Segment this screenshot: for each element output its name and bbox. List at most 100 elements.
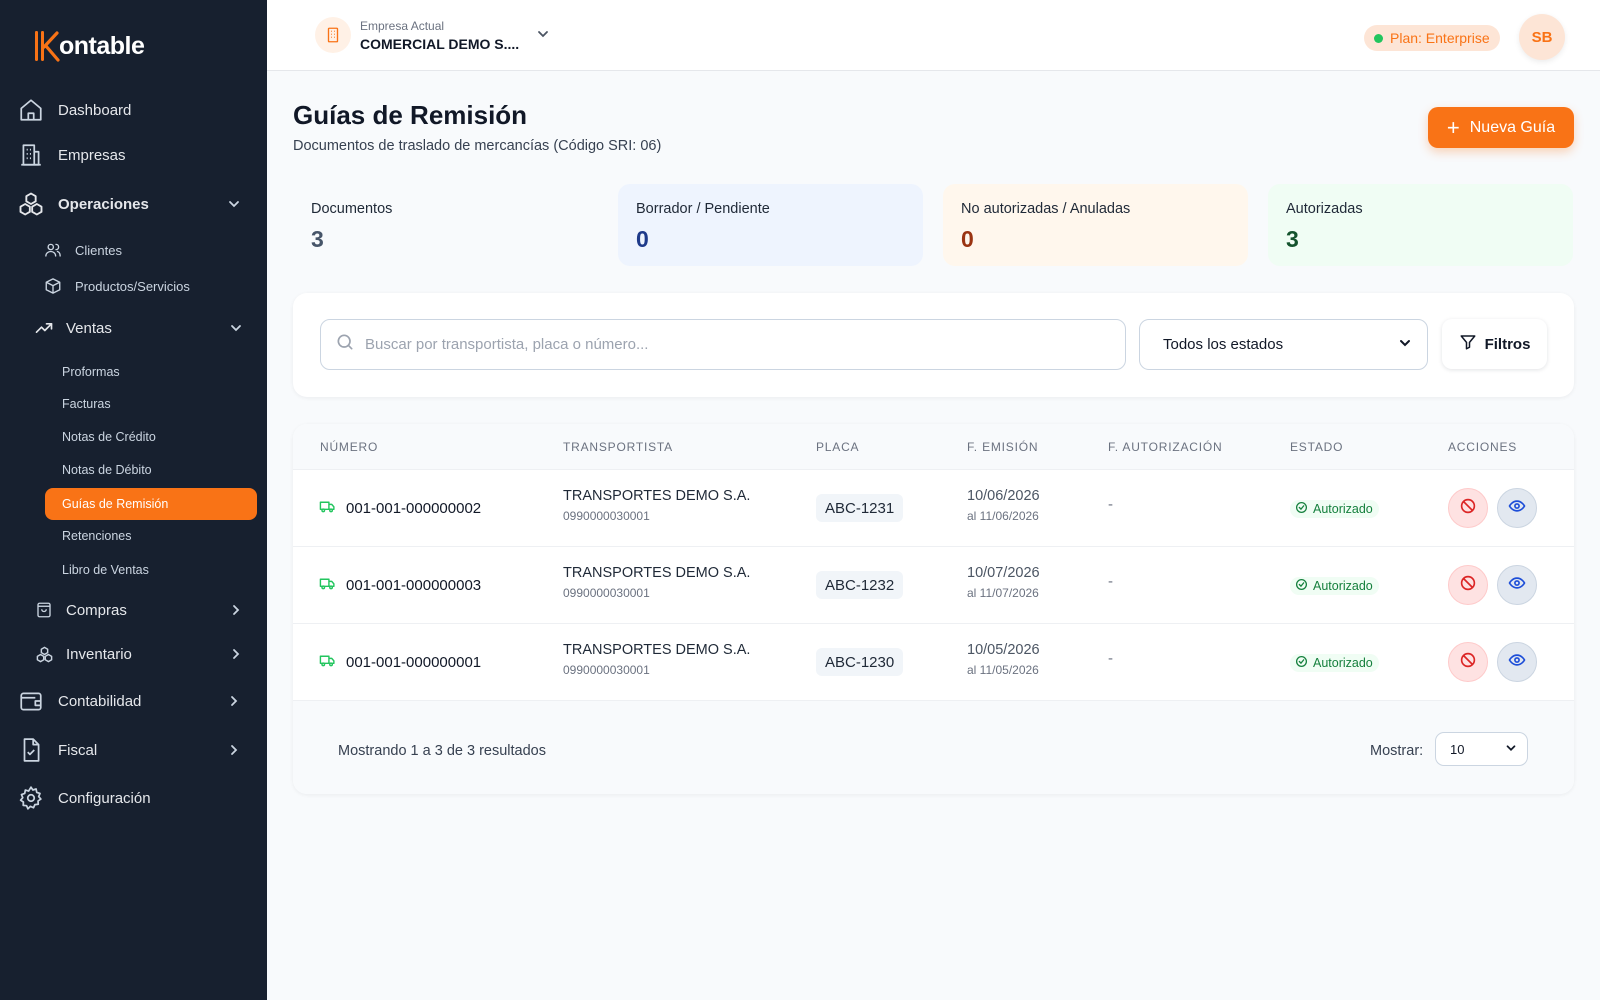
page-subtitle: Documentos de traslado de mercancías (Có… xyxy=(293,138,662,154)
building-icon xyxy=(16,140,46,170)
truck-icon xyxy=(319,498,346,519)
transportista-name: TRANSPORTES DEMO S.A. xyxy=(563,565,751,581)
cancel-button[interactable] xyxy=(1448,565,1488,605)
filters-button[interactable]: Filtros xyxy=(1442,319,1547,369)
status-badge: Autorizado xyxy=(1290,577,1379,595)
sidebar-item-label: Dashboard xyxy=(58,101,132,119)
sidebar-item-libro-ventas[interactable]: Libro de Ventas xyxy=(45,554,257,586)
column-header: NÚMERO xyxy=(320,440,379,454)
app-logo[interactable]: ontable xyxy=(34,28,145,64)
sidebar-item-inventario[interactable]: Inventario xyxy=(34,638,252,670)
sidebar-item-dashboard[interactable]: Dashboard xyxy=(16,92,252,128)
sidebar-item-label: Empresas xyxy=(58,146,126,164)
sidebar-item-retenciones[interactable]: Retenciones xyxy=(45,520,257,552)
top-bar: Empresa Actual COMERCIAL DEMO S.... Plan… xyxy=(267,0,1600,71)
sidebar-item-configuracion[interactable]: Configuración xyxy=(16,780,252,816)
numero-cell: 001-001-000000001 xyxy=(319,652,481,673)
autorizacion-date: - xyxy=(1108,496,1113,513)
sidebar-item-guias-remision[interactable]: Guías de Remisión xyxy=(45,488,257,520)
sidebar-item-notas-debito[interactable]: Notas de Débito xyxy=(45,454,257,486)
filter-icon xyxy=(1459,333,1485,355)
page-size-label: Mostrar: xyxy=(1370,743,1424,759)
table-row[interactable]: 001-001-000000002 TRANSPORTES DEMO S.A. … xyxy=(293,469,1574,546)
table-footer: Mostrando 1 a 3 de 3 resultados Mostrar:… xyxy=(293,700,1574,794)
status-badge: Autorizado xyxy=(1290,654,1379,672)
chevron-right-icon xyxy=(226,693,242,709)
status-text: Autorizado xyxy=(1313,502,1373,516)
column-header: F. AUTORIZACIÓN xyxy=(1108,440,1223,454)
sidebar-item-facturas[interactable]: Facturas xyxy=(45,388,257,420)
sidebar-item-productos[interactable]: Productos/Servicios xyxy=(43,270,263,302)
view-button[interactable] xyxy=(1497,565,1537,605)
sidebar-item-notas-credito[interactable]: Notas de Crédito xyxy=(45,421,257,453)
filters-label: Filtros xyxy=(1484,335,1531,353)
numero-text: 001-001-000000001 xyxy=(346,654,482,671)
table-row[interactable]: 001-001-000000003 TRANSPORTES DEMO S.A. … xyxy=(293,546,1574,623)
check-circle-icon xyxy=(1295,578,1313,594)
chevron-right-icon xyxy=(228,646,244,666)
stat-card-autorizadas: Autorizadas 3 xyxy=(1268,184,1573,266)
transportista-ruc: 0990000030001 xyxy=(563,509,650,523)
transportista-cell: TRANSPORTES DEMO S.A. 0990000030001 xyxy=(563,642,750,677)
stat-value: 3 xyxy=(1286,226,1299,252)
column-header: PLACA xyxy=(816,440,860,454)
eye-icon xyxy=(1508,497,1526,520)
emision-date: 10/06/2026 xyxy=(967,488,1040,504)
cancel-button[interactable] xyxy=(1448,642,1488,682)
building-icon xyxy=(315,17,351,53)
new-guia-label: Nueva Guía xyxy=(1469,118,1556,136)
numero-cell: 001-001-000000002 xyxy=(319,498,481,519)
sidebar-item-label: Retenciones xyxy=(62,529,132,543)
sidebar-item-clientes[interactable]: Clientes xyxy=(43,234,263,266)
sidebar-item-label: Notas de Débito xyxy=(62,463,152,477)
company-label: Empresa Actual xyxy=(360,18,445,33)
logo-k-mark xyxy=(34,29,60,63)
view-button[interactable] xyxy=(1497,488,1537,528)
cancel-button[interactable] xyxy=(1448,488,1488,528)
chevron-right-icon xyxy=(228,602,244,622)
view-button[interactable] xyxy=(1497,642,1537,682)
new-guia-button[interactable]: + Nueva Guía xyxy=(1428,107,1574,148)
transportista-name: TRANSPORTES DEMO S.A. xyxy=(563,488,751,504)
results-count: Mostrando 1 a 3 de 3 resultados xyxy=(338,743,546,759)
search-input[interactable] xyxy=(365,336,1085,353)
chevron-down-icon xyxy=(535,26,551,47)
sidebar-item-contabilidad[interactable]: Contabilidad xyxy=(16,683,252,719)
stat-label: No autorizadas / Anuladas xyxy=(961,201,1131,217)
transportista-cell: TRANSPORTES DEMO S.A. 0990000030001 xyxy=(563,565,750,600)
plan-badge: Plan: Enterprise xyxy=(1364,25,1500,51)
boxes-icon xyxy=(16,189,46,219)
sidebar-item-compras[interactable]: Compras xyxy=(34,594,252,626)
sidebar-item-proformas[interactable]: Proformas xyxy=(45,356,257,388)
emision-cell: 10/05/2026 al 11/05/2026 xyxy=(967,642,1040,677)
truck-icon xyxy=(319,575,346,596)
placa-badge: ABC-1231 xyxy=(816,494,904,522)
search-field[interactable] xyxy=(320,319,1126,370)
stat-label: Autorizadas xyxy=(1286,201,1363,217)
hasta-date: al 11/07/2026 xyxy=(967,586,1039,600)
sidebar-item-label: Configuración xyxy=(58,789,151,807)
status-filter-select[interactable]: Todos los estados xyxy=(1139,319,1428,370)
table-header: NÚMERO TRANSPORTISTA PLACA F. EMISIÓN F.… xyxy=(293,424,1574,469)
ban-icon xyxy=(1459,497,1477,520)
hasta-date: al 11/05/2026 xyxy=(967,663,1039,677)
table-row[interactable]: 001-001-000000001 TRANSPORTES DEMO S.A. … xyxy=(293,623,1574,700)
user-avatar[interactable]: SB xyxy=(1519,14,1565,60)
chevron-down-icon xyxy=(228,320,244,340)
sidebar-item-empresas[interactable]: Empresas xyxy=(16,137,252,173)
trending-up-icon xyxy=(34,318,54,338)
stat-card-borrador: Borrador / Pendiente 0 xyxy=(618,184,923,266)
page-size-value: 10 xyxy=(1450,741,1465,757)
gear-icon xyxy=(16,783,46,813)
emision-cell: 10/07/2026 al 11/07/2026 xyxy=(967,565,1040,600)
sidebar-item-ventas[interactable]: Ventas xyxy=(34,312,252,344)
company-switcher[interactable]: Empresa Actual COMERCIAL DEMO S.... xyxy=(315,17,551,53)
file-check-icon xyxy=(16,735,46,765)
page-size-select[interactable]: 10 xyxy=(1435,732,1528,766)
sidebar-item-fiscal[interactable]: Fiscal xyxy=(16,732,252,768)
stat-card-documentos: Documentos 3 xyxy=(293,184,598,266)
stat-label: Documentos xyxy=(311,201,393,217)
sidebar-item-operaciones[interactable]: Operaciones xyxy=(16,186,252,222)
transportista-ruc: 0990000030001 xyxy=(563,663,650,677)
check-circle-icon xyxy=(1295,501,1313,517)
